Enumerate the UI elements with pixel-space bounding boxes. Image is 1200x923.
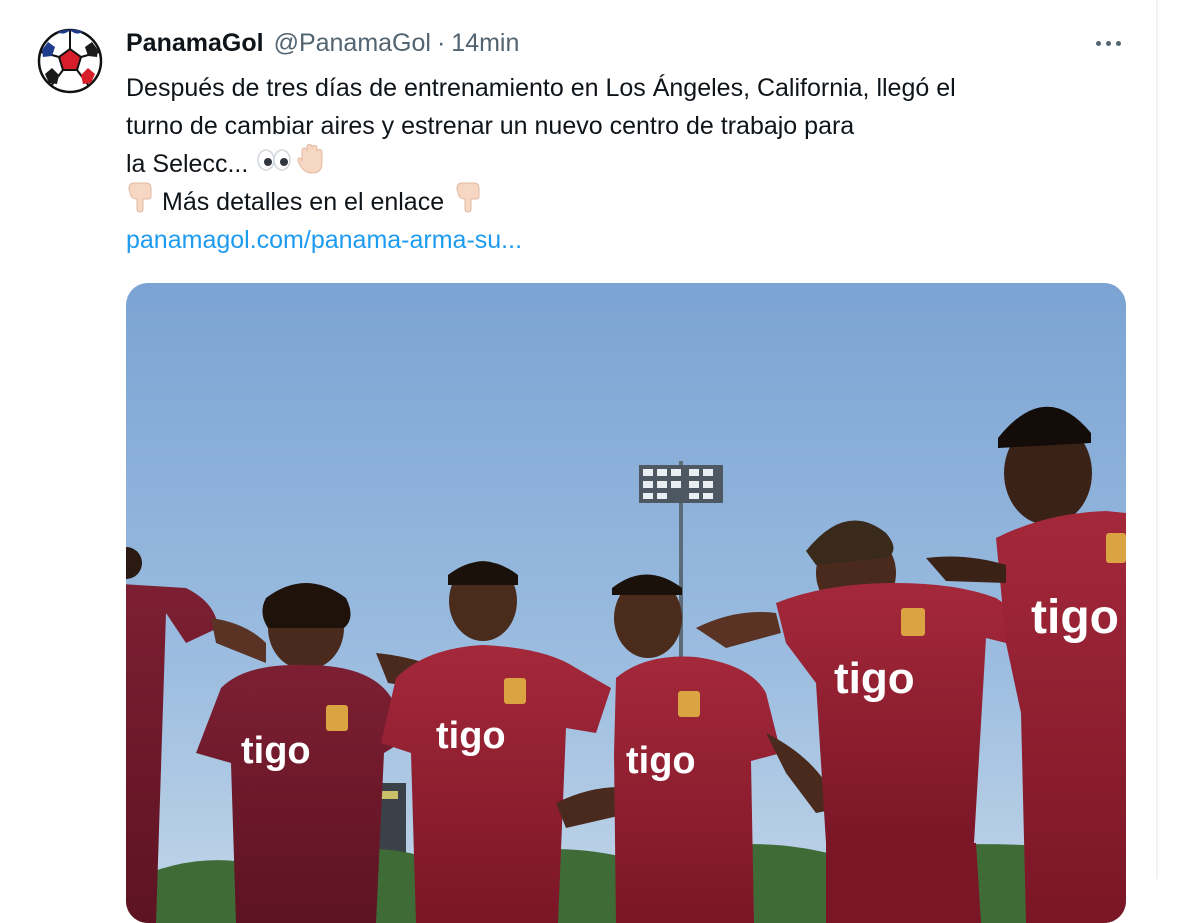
more-dot [1106,41,1111,46]
team-huddle-photo: tigo tigo tigo tigo tigo [126,283,1126,923]
tweet-text-line-1: Después de tres días de entrenamiento en… [126,69,1126,107]
eyes-emoji [256,145,292,183]
tweet-text-line-4: Más detalles en el enlace [126,183,1126,221]
tweet-text-line-3-text: la Selecc... [126,145,248,183]
soccer-ball-icon [37,28,103,94]
author-avatar[interactable] [37,28,103,94]
tweet-text-line-3: la Selecc... [126,145,1126,183]
more-dots-icon [1096,41,1101,46]
tweet-timestamp[interactable]: 14min [451,29,519,58]
tweet-text-line-5: panamagol.com/panama-arma-su... [126,221,1126,259]
sponsor-logo-text: tigo [436,715,506,757]
column-divider [1156,0,1158,879]
raised-hand-emoji [296,143,324,186]
more-options-button[interactable] [1088,30,1128,56]
sponsor-logo-text: tigo [1031,591,1119,644]
tweet-text-line-2: turno de cambiar aires y estrenar un nue… [126,107,1126,145]
tweet-text-line-4-text: Más detalles en el enlace [162,183,444,221]
tweet-card[interactable]: PanamaGol @PanamaGol · 14min Después de … [0,0,1200,879]
tweet-header: PanamaGol @PanamaGol · 14min [126,27,519,59]
author-handle[interactable]: @PanamaGol [274,29,431,58]
backhand-index-pointing-down-emoji [454,181,482,224]
tweet-link[interactable]: panamagol.com/panama-arma-su... [126,221,522,259]
sponsor-logo-text: tigo [241,730,311,772]
sponsor-logo-text: tigo [626,740,696,782]
tweet-text: Después de tres días de entrenamiento en… [126,69,1126,259]
header-separator: · [437,29,445,58]
more-dot [1116,41,1121,46]
author-display-name[interactable]: PanamaGol [126,29,264,58]
backhand-index-pointing-down-emoji [126,181,154,224]
sponsor-logo-text: tigo [834,654,915,703]
tweet-media-photo[interactable]: tigo tigo tigo tigo tigo [126,283,1126,923]
